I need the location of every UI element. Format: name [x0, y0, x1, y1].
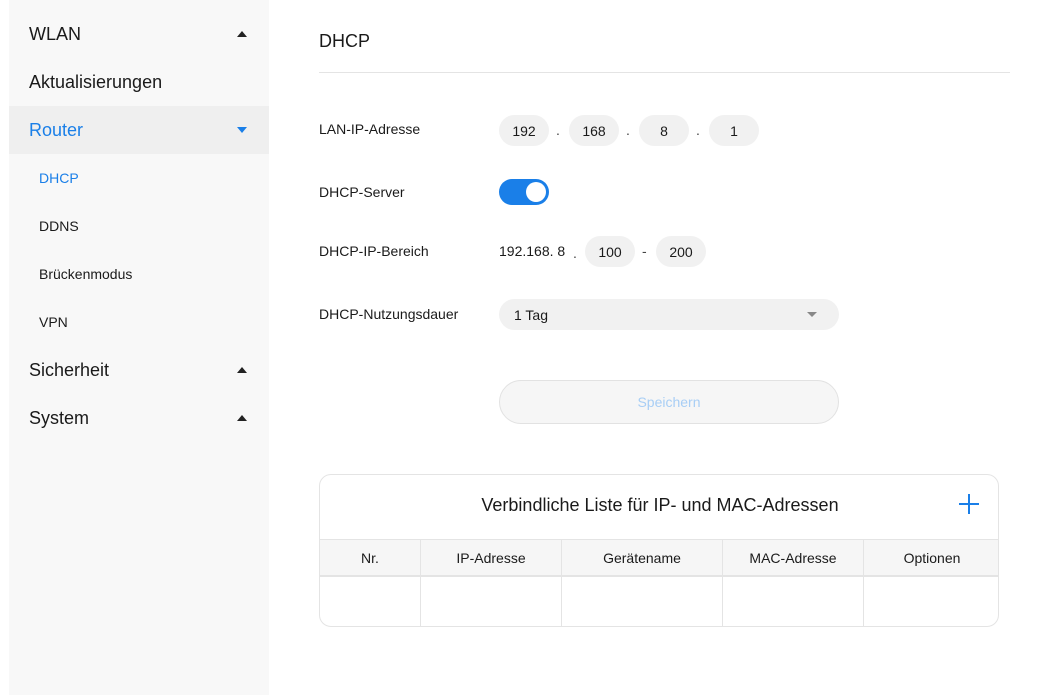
- caret-down-icon: [237, 127, 247, 133]
- lan-ip-label: LAN-IP-Adresse: [319, 121, 421, 137]
- sidebar-item-router[interactable]: Router: [9, 106, 269, 154]
- range-separator: -: [642, 243, 647, 259]
- dhcp-range-prefix: 192.168. 8: [499, 243, 566, 259]
- save-button[interactable]: Speichern: [499, 380, 839, 424]
- sidebar: WLAN Aktualisierungen Router DHCP DDNS B…: [9, 0, 269, 695]
- ip-separator: .: [573, 245, 577, 261]
- dhcp-range-label: DHCP-IP-Bereich: [319, 243, 429, 259]
- sidebar-subitem-vpn[interactable]: VPN: [9, 298, 269, 346]
- table-cell: [562, 577, 723, 626]
- dhcp-server-label: DHCP-Server: [319, 184, 405, 200]
- divider: [319, 72, 1010, 73]
- ip-separator: .: [556, 122, 560, 138]
- lease-time-select[interactable]: 1 Tag: [499, 299, 839, 330]
- caret-up-icon: [237, 415, 247, 421]
- sidebar-item-label: WLAN: [29, 23, 82, 44]
- ip-separator: .: [696, 122, 700, 138]
- sidebar-item-updates[interactable]: Aktualisierungen: [9, 58, 269, 106]
- lan-ip-octet-2[interactable]: 168: [569, 115, 619, 146]
- caret-up-icon: [237, 31, 247, 37]
- dhcp-range-start-input[interactable]: 100: [585, 236, 635, 267]
- page-title: DHCP: [319, 31, 371, 51]
- chevron-down-icon: [807, 312, 817, 317]
- table-header: Nr. IP-Adresse Gerätename MAC-Adresse Op…: [320, 539, 998, 577]
- column-header-options: Optionen: [903, 549, 961, 566]
- add-icon[interactable]: [958, 493, 980, 515]
- dhcp-server-toggle[interactable]: [499, 179, 549, 205]
- sidebar-item-wlan[interactable]: WLAN: [9, 10, 269, 58]
- lan-ip-octet-3[interactable]: 8: [639, 115, 689, 146]
- sidebar-subitem-ddns[interactable]: DDNS: [9, 202, 269, 250]
- lan-ip-octet-4[interactable]: 1: [709, 115, 759, 146]
- ip-separator: .: [626, 122, 630, 138]
- lease-time-value: 1 Tag: [514, 306, 548, 323]
- column-header-mac: MAC-Adresse: [723, 540, 864, 575]
- table-cell: [723, 577, 864, 626]
- sidebar-item-security[interactable]: Sicherheit: [9, 346, 269, 394]
- caret-up-icon: [237, 367, 247, 373]
- sidebar-item-label: Router: [29, 119, 84, 140]
- lan-ip-octet-1[interactable]: 192: [499, 115, 549, 146]
- column-header-number: Nr.: [320, 540, 421, 575]
- binding-list-card: Verbindliche Liste für IP- und MAC-Adres…: [319, 474, 999, 627]
- sidebar-item-system[interactable]: System: [9, 394, 269, 442]
- sidebar-item-label: System: [29, 407, 90, 428]
- table-cell: [421, 577, 562, 626]
- lease-time-label: DHCP-Nutzungsdauer: [319, 306, 459, 322]
- column-header-ip: IP-Adresse: [421, 540, 562, 575]
- table-cell: [320, 577, 421, 626]
- sidebar-item-label: Aktualisierungen: [29, 71, 163, 92]
- table-cell: [864, 577, 998, 626]
- sidebar-subitem-bridge-mode[interactable]: Brückenmodus: [9, 250, 269, 298]
- sidebar-item-label: Sicherheit: [29, 359, 110, 380]
- sidebar-subitem-dhcp[interactable]: DHCP: [9, 154, 269, 202]
- binding-list-title: Verbindliche Liste für IP- und MAC-Adres…: [481, 495, 839, 515]
- dhcp-range-end-input[interactable]: 200: [656, 236, 706, 267]
- toggle-knob: [526, 182, 546, 202]
- table-row: [320, 577, 998, 626]
- main-content: DHCP LAN-IP-Adresse 192 . 168 . 8 . 1 DH…: [319, 0, 1010, 695]
- column-header-device-name: Gerätename: [562, 540, 723, 575]
